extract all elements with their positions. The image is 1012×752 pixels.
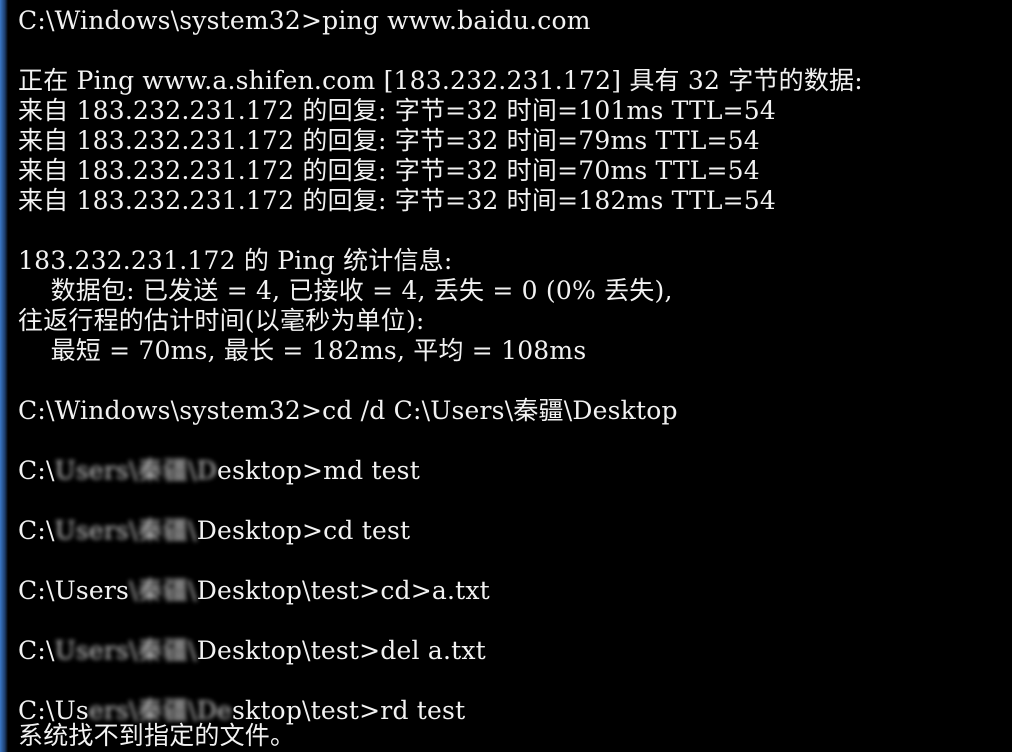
prompt-cd-desktop: C:\Windows\system32>cd /d C:\Users\秦疆\De… xyxy=(18,396,678,425)
prompt-md-test: C:\Users\秦疆\Desktop>md test xyxy=(18,456,420,486)
prompt-del-file: C:\Users\秦疆\Desktop\test>del a.txt xyxy=(18,636,486,666)
prompt-cd-to-file: C:\Users\秦疆\Desktop\test>cd>a.txt xyxy=(18,576,490,606)
ping-stats-title: 183.232.231.172 的 Ping 统计信息: xyxy=(18,246,453,275)
prompt-command: Desktop\test>cd>a.txt xyxy=(196,576,490,605)
ping-reply-4: 来自 183.232.231.172 的回复: 字节=32 时间=182ms T… xyxy=(18,186,776,215)
ping-reply-2: 来自 183.232.231.172 的回复: 字节=32 时间=79ms TT… xyxy=(18,126,760,155)
error-message: 系统找不到指定的文件。 xyxy=(18,721,296,750)
console-window[interactable]: C:\Windows\system32>ping www.baidu.com 正… xyxy=(0,0,1012,752)
prompt-prefix: C:\Users xyxy=(18,576,130,605)
prompt-command: esktop>md test xyxy=(216,456,420,485)
redacted-username: Users\秦疆\D xyxy=(54,456,217,485)
ping-reply-1: 来自 183.232.231.172 的回复: 字节=32 时间=101ms T… xyxy=(18,96,776,125)
prompt-command: Desktop>cd test xyxy=(196,516,411,545)
prompt-ping: C:\Windows\system32>ping www.baidu.com xyxy=(18,6,591,35)
ping-rtt-title: 往返行程的估计时间(以毫秒为单位): xyxy=(18,306,425,335)
ping-packet-stats: 数据包: 已发送 = 4, 已接收 = 4, 丢失 = 0 (0% 丢失), xyxy=(18,276,673,305)
ping-rtt-stats: 最短 = 70ms, 最长 = 182ms, 平均 = 108ms xyxy=(18,336,587,365)
prompt-command: Desktop\test>del a.txt xyxy=(196,636,486,665)
ping-reply-3: 来自 183.232.231.172 的回复: 字节=32 时间=70ms TT… xyxy=(18,156,760,185)
prompt-prefix: C:\ xyxy=(18,636,55,665)
redacted-username: \秦疆\ xyxy=(129,576,197,605)
prompt-cd-test: C:\Users\秦疆\Desktop>cd test xyxy=(18,516,410,546)
window-left-edge xyxy=(0,0,8,752)
ping-header: 正在 Ping www.a.shifen.com [183.232.231.17… xyxy=(18,66,863,95)
prompt-prefix: C:\ xyxy=(18,456,55,485)
prompt-prefix: C:\ xyxy=(18,516,55,545)
redacted-username: Users\秦疆\ xyxy=(54,516,197,545)
redacted-username: Users\秦疆\ xyxy=(54,636,197,665)
